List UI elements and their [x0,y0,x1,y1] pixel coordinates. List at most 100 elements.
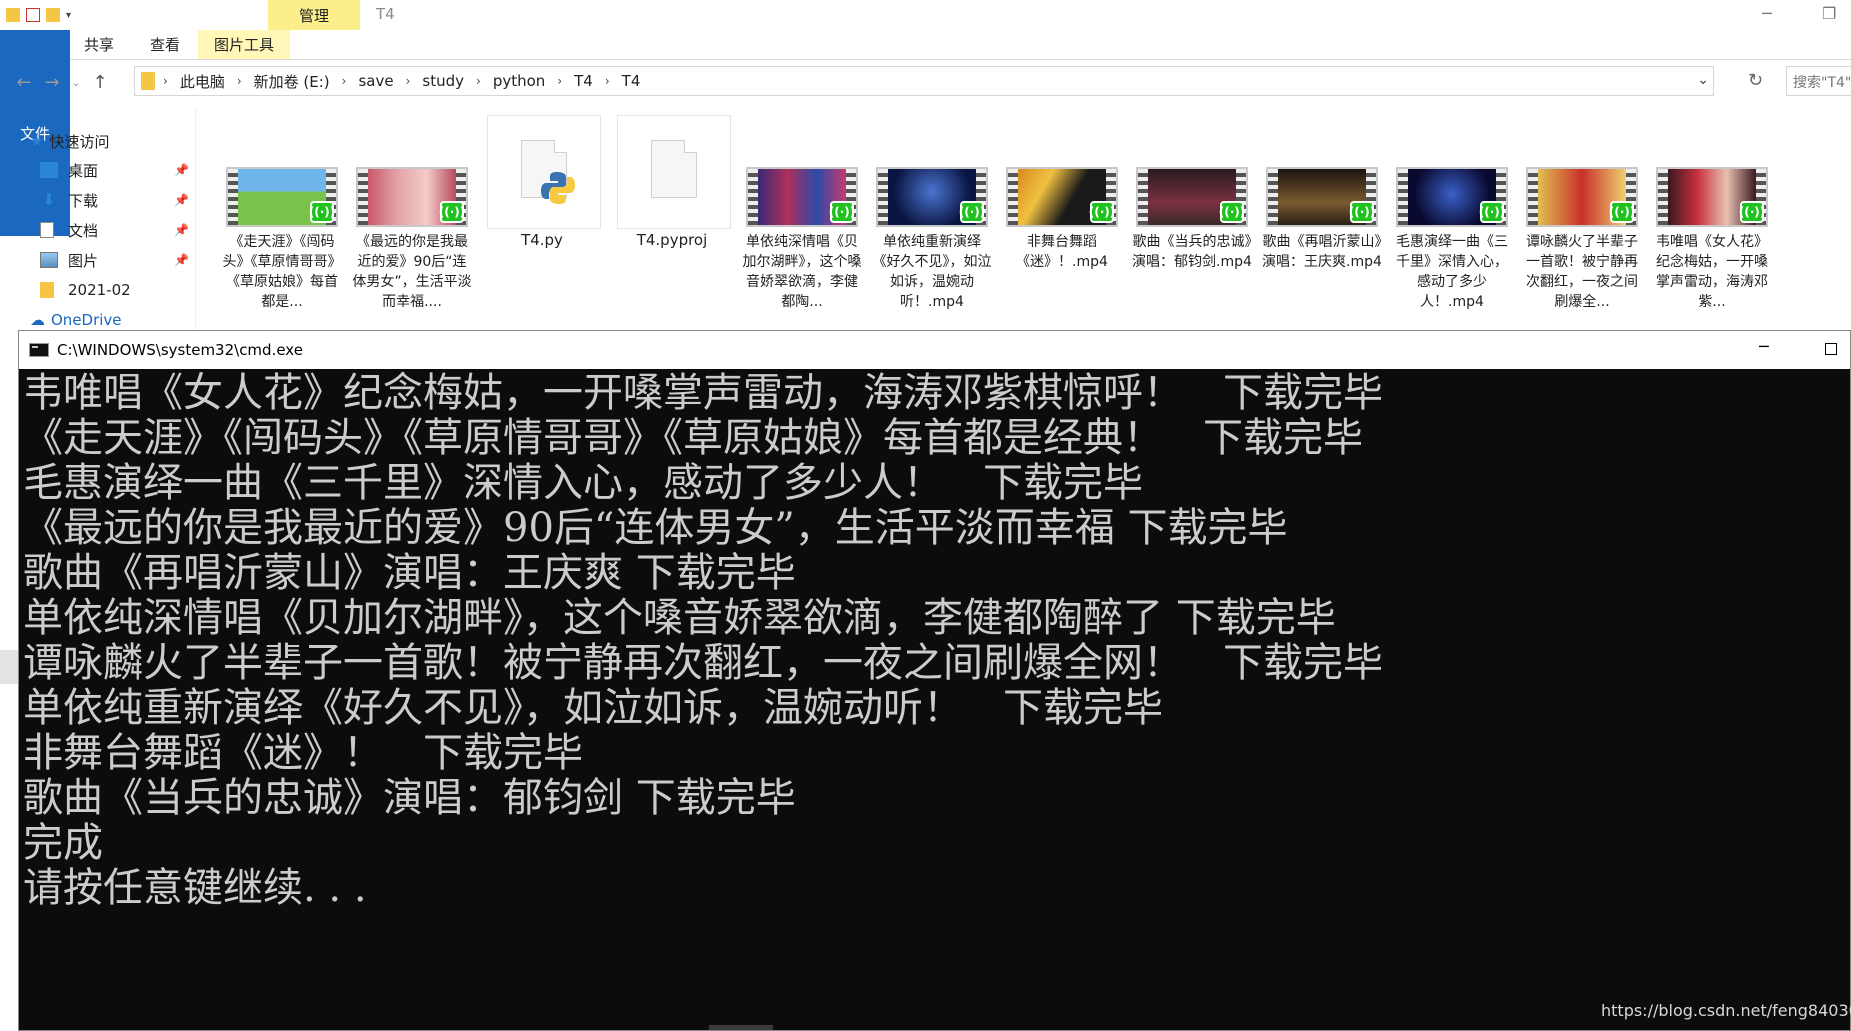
video-thumbnail: ((·)) [1136,167,1248,227]
video-thumbnail: ((·)) [356,167,468,227]
chevron-right-icon: › [604,74,610,88]
video-player-badge-icon: ((·)) [1089,201,1115,223]
restore-button[interactable]: ❐ [1822,4,1836,23]
folder-icon [40,282,54,298]
nav-item-label: 下载 [68,191,99,210]
pin-icon[interactable]: 📌 [174,253,189,267]
back-arrow-icon[interactable]: ← [10,72,38,93]
breadcrumb-save[interactable]: save [358,72,393,90]
file-item-pyproj[interactable]: T4.pyproj [612,112,732,318]
file-item-video[interactable]: ((·)) 歌曲《当兵的忠诚》演唱：郁钧剑.mp4 [1132,112,1252,318]
pin-icon[interactable]: 📌 [174,193,189,207]
video-player-badge-icon: ((·)) [439,201,465,223]
tab-view[interactable]: 查看 [132,30,198,59]
recent-chevron-icon[interactable]: ⌄ [66,76,86,89]
chevron-down-icon[interactable]: ⌄ [1697,72,1709,88]
file-item-video[interactable]: ((·)) 歌曲《再唱沂蒙山》演唱：王庆爽.mp4 [1262,112,1382,318]
nav-item-2021-02[interactable]: 2021-02 [40,276,195,304]
address-bar[interactable]: › 此电脑 › 新加卷 (E:) › save › study › python… [134,66,1714,96]
breadcrumb-t4[interactable]: T4 [574,72,593,90]
nav-quick-access[interactable]: ★ 快速访问 [30,127,185,155]
cloud-icon: ☁ [30,311,45,329]
up-arrow-icon[interactable]: ↑ [86,72,114,93]
new-folder-icon[interactable] [46,8,60,22]
tab-share[interactable]: 共享 [66,30,132,59]
maximize-button[interactable] [1825,343,1837,355]
nav-item-downloads[interactable]: ⬇ 下载 📌 [40,186,195,214]
star-icon: ★ [30,132,44,150]
console-line: 歌曲《再唱沂蒙山》演唱：王庆爽 下载完毕 [23,550,796,596]
video-thumbnail: ((·)) [1526,167,1638,227]
forward-arrow-icon[interactable]: → [38,72,66,93]
file-item-video[interactable]: ((·)) 毛惠演绎一曲《三千里》深情入心，感动了多少人！.mp4 [1392,112,1512,318]
video-thumbnail: ((·)) [876,167,988,227]
nav-item-label: OneDrive [51,311,122,329]
console-line: 《走天涯》《闯码头》《草原情哥哥》《草原姑娘》每首都是经典！ 下载完毕 [23,415,1363,461]
blank-file-icon [617,115,731,229]
breadcrumb-python[interactable]: python [493,72,545,90]
file-name: 单依纯深情唱《贝加尔湖畔》，这个嗓音娇翠欲滴，李健都陶... [742,234,862,310]
file-item-video[interactable]: ((·)) 单依纯深情唱《贝加尔湖畔》，这个嗓音娇翠欲滴，李健都陶... [742,112,862,318]
nav-item-label: 快速访问 [49,132,110,151]
file-item-video[interactable]: ((·)) 非舞台舞蹈《迷》！.mp4 [1002,112,1122,318]
cmd-title: C:\WINDOWS\system32\cmd.exe [57,341,303,359]
download-icon: ⬇ [42,190,56,209]
pin-icon[interactable]: 📌 [174,163,189,177]
file-name: 歌曲《当兵的忠诚》演唱：郁钧剑.mp4 [1132,234,1252,270]
file-name: 歌曲《再唱沂蒙山》演唱：王庆爽.mp4 [1262,234,1382,270]
file-name: 《走天涯》《闯码头》《草原情哥哥》《草原姑娘》每首都是... [222,234,342,310]
nav-item-pictures[interactable]: 图片 📌 [40,246,195,274]
tab-picture-tools[interactable]: 图片工具 [198,30,290,59]
cmd-window[interactable]: C:\WINDOWS\system32\cmd.exe ─ 韦唯唱《女人花》纪念… [18,330,1851,1031]
console-line: 谭咏麟火了半辈子一首歌！被宁静再次翻红，一夜之间刷爆全网！ 下载完毕 [23,640,1383,686]
file-grid: ((·)) 《走天涯》《闯码头》《草原情哥哥》《草原姑娘》每首都是... ((·… [222,112,1842,320]
minimize-button[interactable]: ─ [1762,4,1772,23]
file-name: 《最远的你是我最近的爱》90后“连体男女”，生活平淡而幸福.... [352,234,472,310]
address-row: ← → ⌄ ↑ › 此电脑 › 新加卷 (E:) › save › study … [0,62,1851,102]
chevron-right-icon: › [236,74,242,88]
horizontal-scrollbar[interactable] [709,1025,773,1030]
nav-item-label: 桌面 [68,161,99,180]
file-item-video[interactable]: ((·)) 谭咏麟火了半辈子一首歌！被宁静再次翻红，一夜之间刷爆全... [1522,112,1642,318]
video-player-badge-icon: ((·)) [1349,201,1375,223]
console-line: 单依纯深情唱《贝加尔湖畔》，这个嗓音娇翠欲滴，李健都陶醉了 下载完毕 [23,595,1336,641]
navigation-pane: ★ 快速访问 桌面 📌 ⬇ 下载 📌 文档 📌 图片 📌 2021-02 ☁ O… [0,108,196,338]
chevron-right-icon: › [476,74,481,88]
video-thumbnail: ((·)) [1656,167,1768,227]
file-item-video[interactable]: ((·)) 韦唯唱《女人花》纪念梅姑，一开嗓掌声雷动，海涛邓紫... [1652,112,1772,318]
folder-icon[interactable] [6,8,20,22]
chevron-down-icon[interactable]: ▾ [66,10,71,21]
nav-item-onedrive[interactable]: ☁ OneDrive [30,308,185,332]
file-item-python[interactable]: T4.py [482,112,602,318]
video-thumbnail: ((·)) [226,167,338,227]
breadcrumb-this-pc[interactable]: 此电脑 [180,71,225,92]
cmd-title-bar[interactable]: C:\WINDOWS\system32\cmd.exe ─ [19,331,1850,369]
refresh-icon[interactable]: ↻ [1748,70,1763,91]
chevron-right-icon: › [557,74,563,88]
nav-item-desktop[interactable]: 桌面 📌 [40,156,195,184]
breadcrumb-drive[interactable]: 新加卷 (E:) [254,71,330,92]
video-player-badge-icon: ((·)) [1219,201,1245,223]
console-output[interactable]: 韦唯唱《女人花》纪念梅姑，一开嗓掌声雷动，海涛邓紫棋惊呼！ 下载完毕 《走天涯》… [23,369,1843,911]
console-line: 毛惠演绎一曲《三千里》深情入心，感动了多少人！ 下载完毕 [23,460,1143,506]
minimize-button[interactable]: ─ [1759,337,1769,356]
file-name: 单依纯重新演绎《好久不见》，如泣如诉，温婉动听！.mp4 [872,234,992,310]
properties-icon[interactable] [26,8,40,22]
desktop-icon [40,162,58,178]
chevron-right-icon: › [163,74,168,88]
search-input[interactable]: 搜索"T4" [1786,66,1851,96]
breadcrumb-t4-current[interactable]: T4 [622,72,641,90]
nav-item-label: 2021-02 [68,281,131,299]
pin-icon[interactable]: 📌 [174,223,189,237]
window-title: T4 [376,5,395,23]
nav-item-documents[interactable]: 文档 📌 [40,216,195,244]
breadcrumb-study[interactable]: study [422,72,464,90]
video-thumbnail: ((·)) [1266,167,1378,227]
console-line: 歌曲《当兵的忠诚》演唱：郁钧剑 下载完毕 [23,775,796,821]
file-item-video[interactable]: ((·)) 单依纯重新演绎《好久不见》，如泣如诉，温婉动听！.mp4 [872,112,992,318]
video-thumbnail: ((·)) [1396,167,1508,227]
document-icon [40,222,54,238]
video-player-badge-icon: ((·)) [309,201,335,223]
file-item-video[interactable]: ((·)) 《最远的你是我最近的爱》90后“连体男女”，生活平淡而幸福.... [352,112,472,318]
file-item-video[interactable]: ((·)) 《走天涯》《闯码头》《草原情哥哥》《草原姑娘》每首都是... [222,112,342,318]
